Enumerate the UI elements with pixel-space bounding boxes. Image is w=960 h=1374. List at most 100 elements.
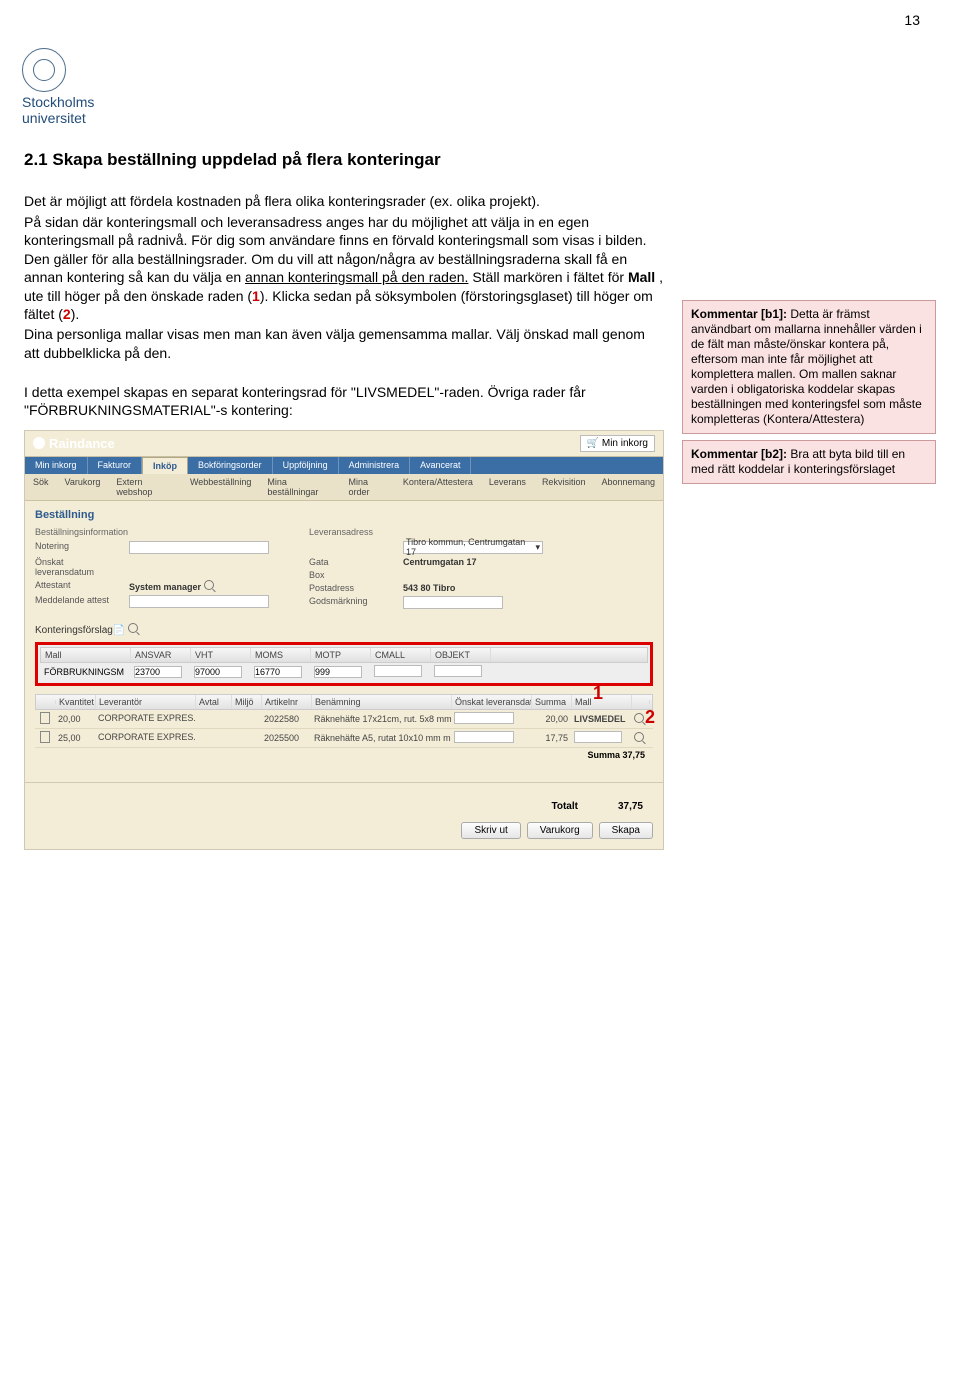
subtab-webb[interactable]: Webbeställning (182, 474, 259, 500)
col-summa: Summa (532, 695, 572, 709)
app-screenshot: Raindance 🛒 Min inkorg Min inkorg Faktur… (24, 430, 664, 850)
comment-b1-text: Detta är främst användbart om mallarna i… (691, 307, 922, 426)
r1-lev[interactable]: CORPORATE EXPRES...📄 (95, 711, 195, 726)
para-2: På sidan där konteringsmall och leverans… (24, 213, 664, 324)
r2-mall-field[interactable] (574, 731, 622, 743)
para-2b: Ställ markören i fältet för (472, 269, 628, 285)
r2-art: 2025500 (261, 731, 311, 745)
panel-title: Beställning (25, 501, 663, 525)
left-section-label: Beställningsinformation (35, 527, 269, 537)
subtab-mina-best[interactable]: Mina beställningar (259, 474, 340, 500)
tab-min-inkorg[interactable]: Min inkorg (25, 457, 88, 474)
col-onskat-lev: Önskat leveransdatum (452, 695, 532, 709)
subtab-rekvisition[interactable]: Rekvisition (534, 474, 594, 500)
medd-input[interactable] (129, 595, 269, 608)
varukorg-button[interactable]: Varukorg (527, 822, 593, 839)
tab-fakturor[interactable]: Fakturor (88, 457, 143, 474)
post-value: 543 80 Tibro (403, 583, 543, 593)
subtab-sok[interactable]: Sök (25, 474, 57, 500)
col-leverantor: Leverantör (96, 695, 196, 709)
subtab-leverans[interactable]: Leverans (481, 474, 534, 500)
para-4: I detta exempel skapas en separat konter… (24, 383, 664, 420)
r1-ben: Räknehäfte 17x21cm, rut. 5x8 mm lila (311, 712, 451, 726)
col-miljo: Miljö (232, 695, 262, 709)
col-mall: Mall (41, 648, 131, 662)
tab-administrera[interactable]: Administrera (339, 457, 411, 474)
objekt-input[interactable] (434, 665, 482, 677)
subtab-abonnemang[interactable]: Abonnemang (593, 474, 663, 500)
col-artikelnr: Artikelnr (262, 695, 312, 709)
gods-input[interactable] (403, 596, 503, 609)
vht-input[interactable]: 97000 (194, 666, 242, 678)
tab-bokforingsorder[interactable]: Bokföringsorder (188, 457, 273, 474)
raindrop-icon (33, 437, 45, 449)
secondary-tabs: Sök Varukorg Extern webshop Webbeställni… (25, 474, 663, 501)
red-1: 1 (252, 288, 260, 304)
r2-lev[interactable]: CORPORATE EXPRES...📄 (95, 730, 195, 745)
col-objekt: OBJEKT (431, 648, 491, 662)
col-motp: MOTP (311, 648, 371, 662)
lbl-notering: Notering (35, 541, 125, 554)
logo-line2: universitet (22, 110, 960, 126)
subtab-varukorg[interactable]: Varukorg (57, 474, 109, 500)
comment-b1-tag: Kommentar [b1]: (691, 307, 787, 321)
r1-sum: 20,00 (531, 712, 571, 726)
col-ansvar: ANSVAR (131, 648, 191, 662)
cart-label: Min inkorg (602, 438, 648, 449)
app-brand: Raindance (33, 436, 115, 451)
red-2: 2 (63, 306, 71, 322)
cmall-input[interactable] (374, 665, 422, 677)
lbl-onskat: Önskat leveransdatum (35, 557, 125, 577)
r1-art: 2022580 (261, 712, 311, 726)
subtab-mina-order[interactable]: Mina order (340, 474, 394, 500)
para-1: Det är möjligt att fördela kostnaden på … (24, 192, 664, 210)
crest-icon (22, 48, 66, 92)
tab-avancerat[interactable]: Avancerat (410, 457, 471, 474)
search-icon[interactable] (634, 713, 644, 723)
search-icon[interactable] (634, 732, 644, 742)
inbox-button[interactable]: 🛒 Min inkorg (580, 435, 655, 452)
item-row-1: 20,00 CORPORATE EXPRES...📄 2022580 Räkne… (35, 710, 653, 729)
page-number: 13 (0, 0, 960, 28)
address-select[interactable]: Tibro kommun, Centrumgatan 17▾ (403, 541, 543, 554)
skapa-button[interactable]: Skapa (599, 822, 653, 839)
kontering-row: FÖRBRUKNINGSM 23700 97000 16770 999 (40, 663, 648, 681)
r1-mall-field[interactable]: LIVSMEDEL (571, 712, 631, 726)
subtab-extern[interactable]: Extern webshop (108, 474, 182, 500)
motp-input[interactable]: 999 (314, 666, 362, 678)
ansvar-input[interactable]: 23700 (134, 666, 182, 678)
col-avtal: Avtal (196, 695, 232, 709)
konteringsforslag-box: Mall ANSVAR VHT MOMS MOTP CMALL OBJEKT F… (35, 642, 653, 686)
comment-b2: Kommentar [b2]: Bra att byta bild till e… (682, 440, 936, 484)
comment-b2-tag: Kommentar [b2]: (691, 447, 787, 461)
tab-uppfoljning[interactable]: Uppföljning (273, 457, 339, 474)
address-select-value: Tibro kommun, Centrumgatan 17 (406, 537, 535, 557)
search-icon[interactable] (204, 580, 214, 590)
kontering-header: Mall ANSVAR VHT MOMS MOTP CMALL OBJEKT (40, 647, 648, 663)
comment-b1: Kommentar [b1]: Detta är främst användba… (682, 300, 936, 434)
tab-inkop[interactable]: Inköp (142, 457, 188, 474)
subtab-kontera[interactable]: Kontera/Attestera (395, 474, 481, 500)
lbl-post: Postadress (309, 583, 399, 593)
trash-icon[interactable] (40, 731, 50, 743)
col-kvantitet: Kvantitet (56, 695, 96, 709)
section-heading: 2.1 Skapa beställning uppdelad på flera … (24, 150, 664, 170)
notering-input[interactable] (129, 541, 269, 554)
col-cmall: CMALL (371, 648, 431, 662)
moms-input[interactable]: 16770 (254, 666, 302, 678)
r1-lev-date[interactable] (454, 712, 514, 724)
skriv-ut-button[interactable]: Skriv ut (461, 822, 520, 839)
right-section-label: Leveransadress (309, 527, 543, 537)
gata-value: Centrumgatan 17 (403, 557, 543, 567)
trash-icon[interactable] (40, 712, 50, 724)
lbl-box: Box (309, 570, 399, 580)
r1-qty: 20,00 (55, 712, 95, 726)
item-row-2: 25,00 CORPORATE EXPRES...📄 2025500 Räkne… (35, 729, 653, 748)
lbl-attestant: Attestant (35, 580, 125, 592)
search-icon[interactable] (128, 623, 138, 633)
university-logo: Stockholms universitet (22, 48, 960, 126)
r2-lev-date[interactable] (454, 731, 514, 743)
attestant-value: System manager (129, 582, 201, 592)
col-vht: VHT (191, 648, 251, 662)
para-2c3: ). (71, 306, 80, 322)
